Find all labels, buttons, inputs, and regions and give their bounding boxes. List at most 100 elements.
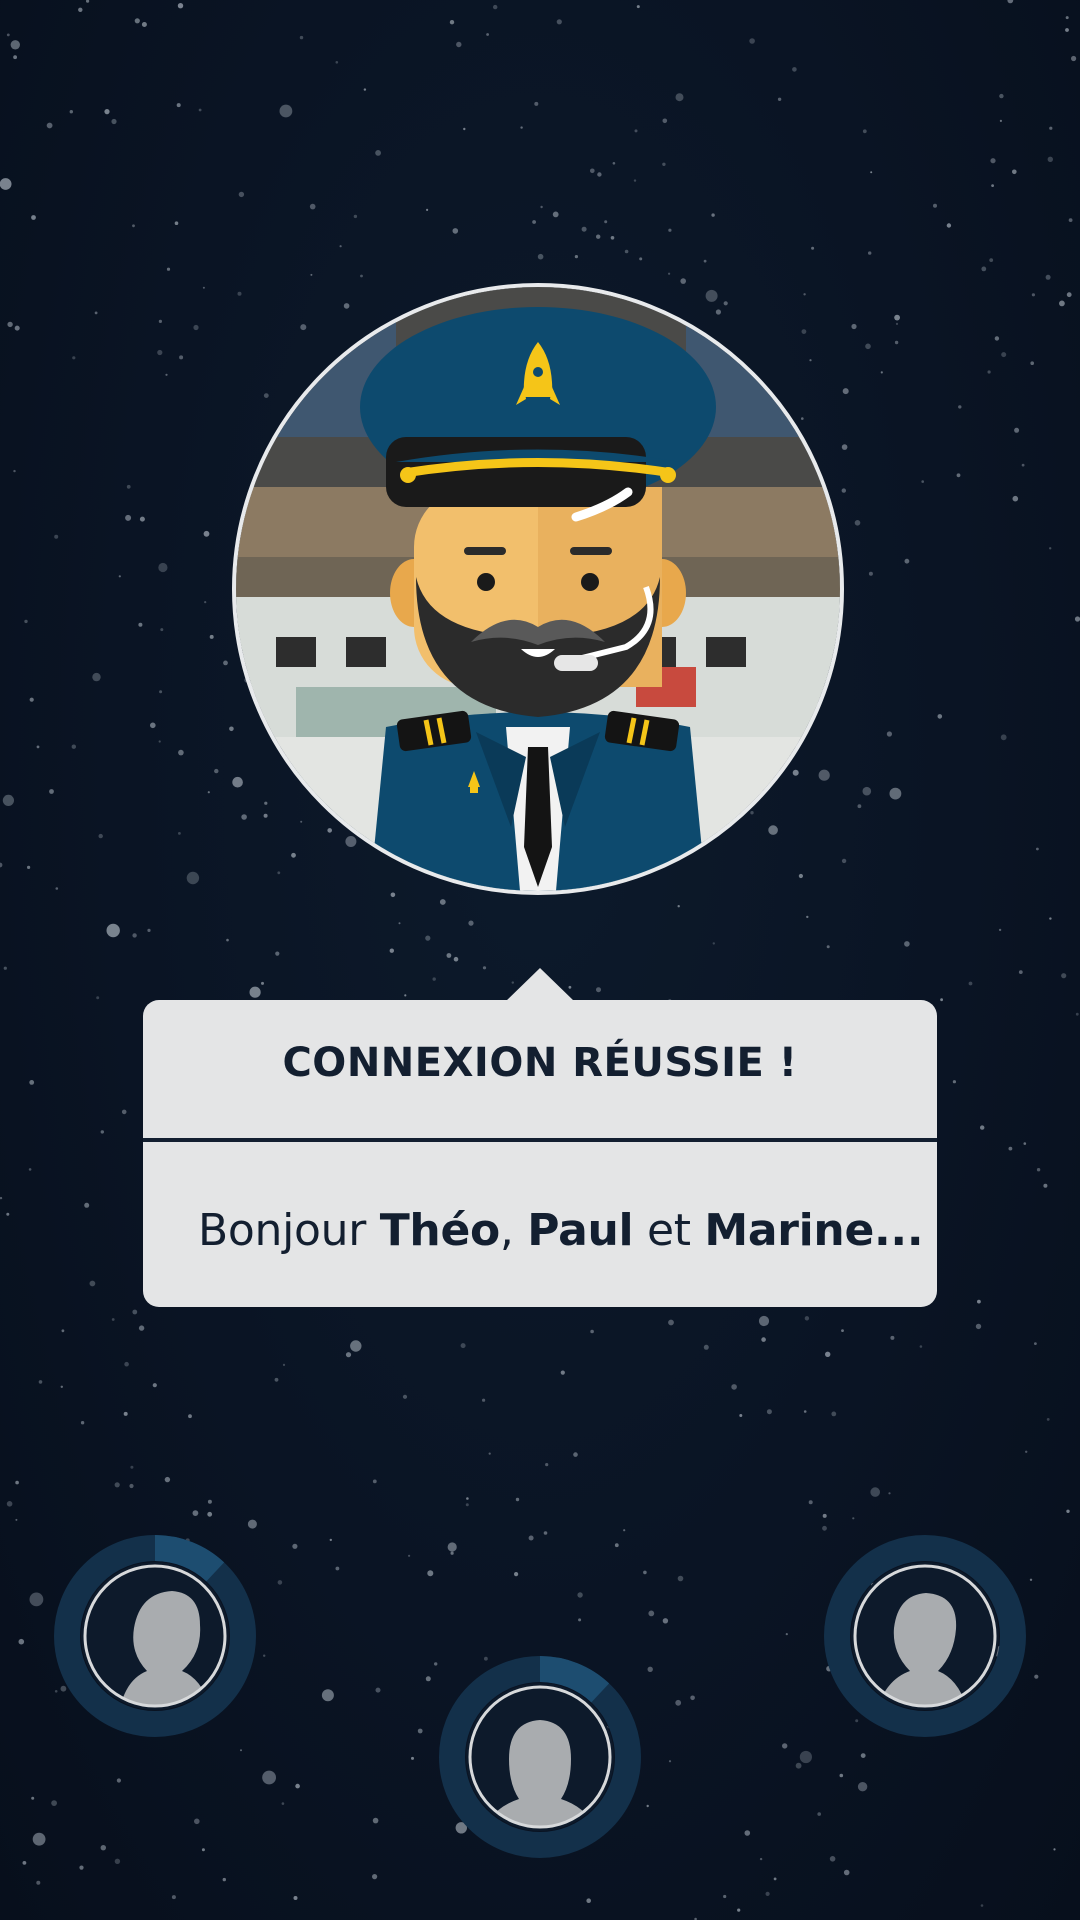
star xyxy=(178,832,181,835)
player-avatar-right[interactable] xyxy=(822,1533,1028,1739)
star xyxy=(18,1638,25,1645)
star xyxy=(532,220,536,224)
star xyxy=(13,469,16,473)
star xyxy=(1031,293,1035,297)
star xyxy=(15,1480,19,1485)
star xyxy=(281,1802,285,1805)
star xyxy=(111,1318,115,1321)
star xyxy=(1034,1342,1037,1345)
star xyxy=(857,1782,868,1792)
star xyxy=(129,1483,134,1489)
star xyxy=(404,994,407,997)
captain-avatar xyxy=(232,283,844,895)
star xyxy=(758,1315,770,1327)
star xyxy=(449,20,455,25)
star xyxy=(1049,917,1052,920)
star xyxy=(1023,1142,1027,1145)
star xyxy=(795,1762,802,1769)
star xyxy=(817,1812,821,1816)
player-avatar-center[interactable] xyxy=(437,1654,643,1860)
star xyxy=(139,516,145,522)
star xyxy=(1021,463,1025,467)
star xyxy=(799,1750,813,1764)
star xyxy=(124,1361,129,1367)
star xyxy=(826,945,830,949)
star xyxy=(277,1580,283,1585)
star xyxy=(24,619,28,624)
star xyxy=(417,1728,423,1734)
star xyxy=(680,278,686,284)
star xyxy=(1047,156,1054,162)
star xyxy=(152,1383,157,1388)
star xyxy=(202,286,205,289)
star xyxy=(1030,361,1034,366)
star xyxy=(731,1384,737,1390)
star xyxy=(0,178,12,190)
star xyxy=(749,38,755,44)
star xyxy=(460,1343,466,1349)
star xyxy=(852,1517,855,1520)
star xyxy=(10,40,20,50)
star xyxy=(36,745,40,749)
star xyxy=(540,205,543,209)
star xyxy=(178,749,184,756)
star xyxy=(610,236,615,240)
star xyxy=(1045,274,1051,280)
star xyxy=(860,1753,866,1758)
star xyxy=(870,171,873,174)
star xyxy=(453,956,459,962)
star xyxy=(426,208,429,211)
star xyxy=(32,1832,46,1846)
star xyxy=(647,1666,653,1673)
star xyxy=(1053,1848,1056,1851)
star xyxy=(232,776,243,788)
star xyxy=(862,129,867,134)
star xyxy=(201,1848,205,1852)
star xyxy=(49,789,54,794)
star xyxy=(100,1845,107,1851)
star xyxy=(690,1695,695,1701)
star xyxy=(822,1513,827,1518)
star xyxy=(940,998,943,1002)
star xyxy=(158,562,168,573)
star xyxy=(1029,1578,1033,1582)
star xyxy=(295,1783,300,1789)
star xyxy=(1000,734,1007,741)
star xyxy=(933,203,937,208)
separator-text: , xyxy=(499,1205,514,1256)
star xyxy=(980,1125,985,1130)
star xyxy=(537,253,544,260)
star xyxy=(623,1529,626,1532)
star xyxy=(624,249,629,254)
greeting-text: Bonjour xyxy=(198,1205,367,1256)
star xyxy=(808,1500,813,1505)
star xyxy=(425,1676,431,1682)
star xyxy=(581,226,587,232)
star xyxy=(1025,1450,1028,1454)
star xyxy=(739,1414,743,1417)
star xyxy=(590,168,595,174)
star xyxy=(841,444,848,450)
star xyxy=(390,892,396,898)
player-avatar-left[interactable] xyxy=(52,1533,258,1739)
star xyxy=(1066,292,1072,298)
star xyxy=(0,862,3,868)
star xyxy=(176,103,181,108)
star xyxy=(164,1476,171,1483)
star xyxy=(138,1325,145,1331)
star xyxy=(806,915,809,919)
star xyxy=(614,1543,619,1548)
star xyxy=(1065,28,1069,32)
star xyxy=(1075,1012,1079,1016)
star xyxy=(981,266,987,272)
star xyxy=(705,289,718,302)
star xyxy=(106,923,120,938)
star xyxy=(711,213,715,217)
star xyxy=(818,769,830,781)
star xyxy=(188,1414,192,1419)
star xyxy=(177,2,184,9)
star xyxy=(389,948,394,953)
star xyxy=(275,951,280,956)
star xyxy=(238,191,245,198)
star xyxy=(375,1687,381,1693)
